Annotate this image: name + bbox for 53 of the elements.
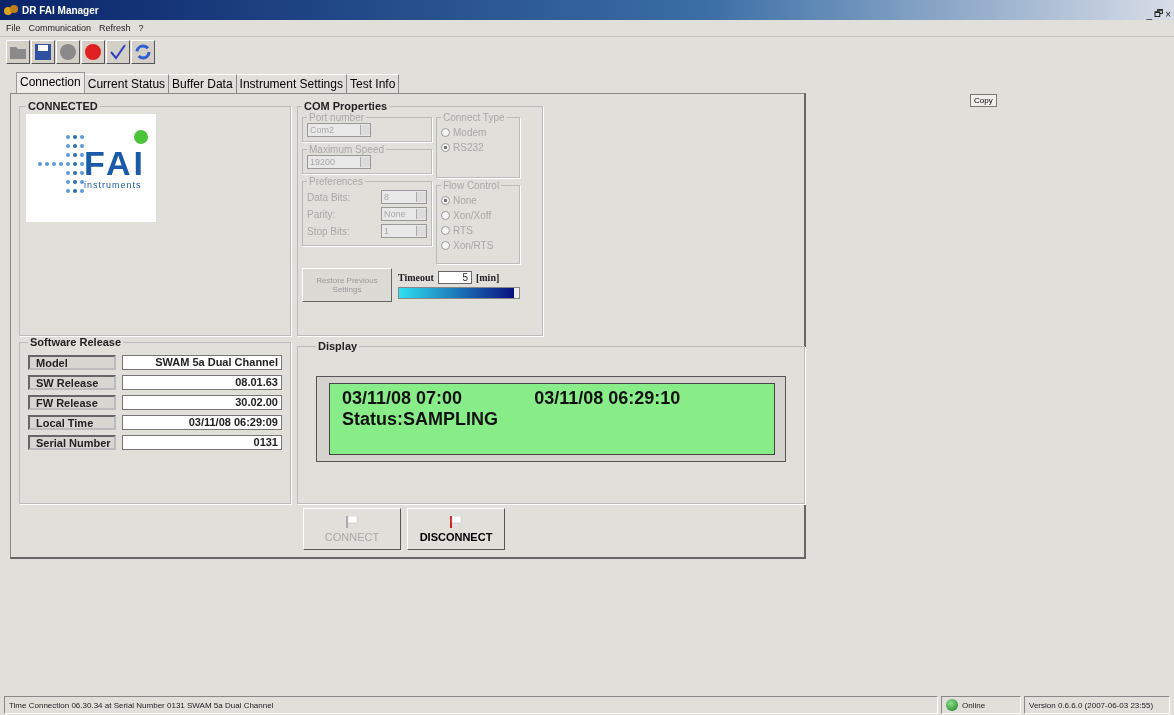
display-text: Status:SAMPLING [342,409,499,430]
menu-item[interactable]: Communication [28,23,92,33]
tab[interactable]: Instrument Settings [236,74,347,93]
value-field: 30.02.00 [122,395,282,410]
connection-button[interactable]: DISCONNECT [407,508,505,550]
logo-tagline: instruments [84,180,143,190]
copy-button[interactable]: Copy [970,94,997,107]
field-label: Model [28,355,116,370]
tab[interactable]: Buffer Data [169,74,237,93]
display-text: 03/11/08 06:29:10 [534,388,681,409]
field-label: SW Release [28,375,116,390]
group-title: Software Release [29,336,123,348]
app-icon [4,4,18,16]
field-label: Local Time [28,415,116,430]
toolbar-button[interactable] [131,40,155,64]
group-title: Port number [308,112,365,123]
field-label: Serial Number [28,435,116,450]
circle-icon [84,43,102,61]
display-text: 03/11/08 07:00 [342,388,463,409]
value-field: 08.01.63 [122,375,282,390]
logo-name: FAI [84,146,146,180]
tab[interactable]: Connection [16,72,85,93]
unit-label: [min] [475,272,500,283]
toolbar-button[interactable] [31,40,55,64]
field-label: FW Release [28,395,116,410]
toolbar-button[interactable] [81,40,105,64]
status-message: Time Connection 06.30.34 at Serial Number 0131 SWAM 5a Dual Channel [4,696,938,714]
group-title: COM Properties [303,100,389,112]
menu-item[interactable]: Refresh [99,23,131,33]
flag-icon [450,515,462,528]
toolbar-button[interactable] [106,40,130,64]
version-label: Version 0.6.6.0 (2007-06-03 23:55) [1024,696,1170,714]
menu-item[interactable]: File [6,23,21,33]
window-control-button[interactable]: 🗗 [1153,6,1165,23]
timeout-label: Timeout [398,272,434,283]
window-title: DR FAI Manager [22,4,99,16]
group-title: Display [317,340,359,352]
field-label: Parity: [307,208,336,220]
value-field: 03/11/08 06:29:09 [122,415,282,430]
window-control-button[interactable]: × [1164,6,1172,23]
status-text: Online [962,700,986,710]
tab[interactable]: Test Info [346,74,400,93]
group-title: CONNECTED [27,100,99,112]
window-control-button[interactable]: _ [1145,6,1154,23]
value-field: SWAM 5a Dual Channel [122,355,282,370]
refresh-icon [134,43,152,61]
value-field: 0131 [122,435,282,450]
group-title: Preferences [308,176,364,187]
tab[interactable]: Current Status [84,74,170,93]
circle-icon [59,43,77,61]
checkmark-icon [109,43,127,61]
flag-icon [346,515,358,528]
menu-item[interactable]: ? [138,23,144,33]
